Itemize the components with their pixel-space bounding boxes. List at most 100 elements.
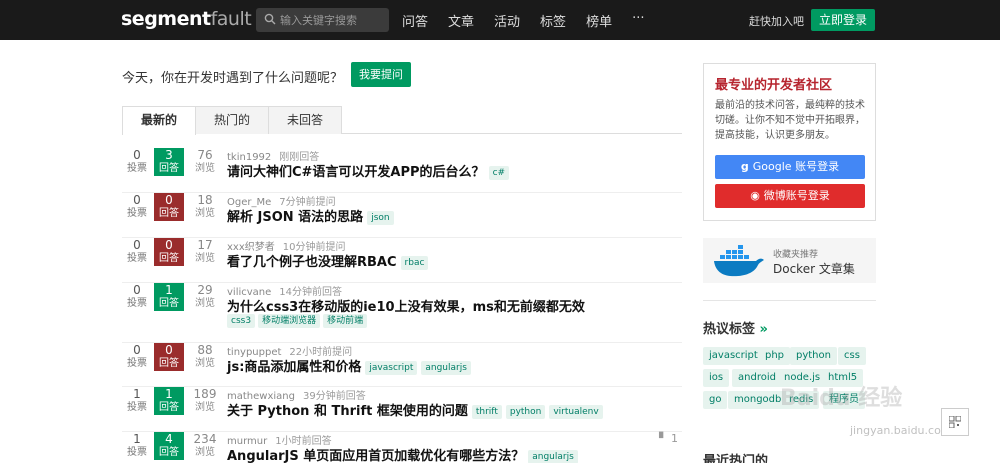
tab-newest[interactable]: 最新的 [122, 106, 196, 135]
hot-tags-arrow: » [759, 322, 768, 337]
promo-description: 最前沿的技术问答，最纯粹的技术切磋。让你不知不觉中开拓眼界，提高技能，认识更多朋… [715, 100, 865, 141]
nav-questions[interactable]: 问答 [402, 11, 428, 30]
answer-number: 0 [165, 343, 173, 357]
answer-count: 1 回答 [154, 283, 184, 311]
question-row[interactable]: 1 投票 1 回答 189 浏览 mathewxiang 39分钟前回答 关于 Python 和… [122, 387, 682, 432]
question-tag[interactable]: javascript [365, 360, 418, 375]
question-tag[interactable]: 移动前端 [323, 313, 368, 328]
comment-count[interactable]: ▘ 1 [659, 432, 678, 445]
tab-hot[interactable]: 热门的 [195, 106, 269, 134]
view-number: 189 [193, 387, 217, 401]
vote-number: 0 [133, 343, 141, 357]
vote-label: 投票 [127, 447, 147, 458]
question-tag[interactable]: 移动端浏览器 [258, 313, 321, 328]
question-tag[interactable]: angularjs [421, 360, 471, 375]
answer-count: 3 回答 [154, 148, 184, 176]
question-title[interactable]: 解析 JSON 语法的思路 [227, 210, 363, 225]
ask-question-button[interactable]: 我要提问 [351, 62, 411, 87]
question-tag[interactable]: css3 [227, 313, 256, 328]
question-tag[interactable]: thrift [471, 404, 502, 419]
answer-label: 回答 [159, 358, 179, 369]
question-title[interactable]: 关于 Python 和 Thrift 框架使用的问题 [227, 404, 468, 419]
join-link[interactable]: 赶快加入吧 [749, 13, 804, 29]
recent-hot-heading: 最近热门的 [703, 454, 769, 463]
hot-tag[interactable]: mongodb [728, 391, 788, 409]
answer-count: 0 回答 [154, 343, 184, 371]
logo-accent: fault [210, 8, 252, 30]
vote-count: 0 投票 [122, 343, 152, 371]
weibo-login-label: 微博账号登录 [763, 189, 830, 202]
question-tag[interactable]: virtualenv [549, 404, 603, 419]
top-navbar: segmentfault 问答 文章 活动 标签 榜单 ··· 赶快加入吧 立即… [0, 0, 1000, 40]
vote-count: 1 投票 [122, 387, 152, 415]
login-button[interactable]: 立即登录 [811, 9, 875, 31]
hot-tag[interactable]: css [838, 347, 866, 365]
question-tag[interactable]: rbac [400, 255, 429, 270]
promo-title: 最专业的开发者社区 [715, 78, 833, 93]
hot-tag[interactable]: go [703, 391, 728, 409]
question-row[interactable]: 0 投票 0 回答 17 浏览 xxx织梦者 10分钟前提问 看了几个例子也没理解RBAC rba… [122, 238, 682, 283]
nav-articles[interactable]: 文章 [448, 11, 474, 30]
hot-tag[interactable]: android [732, 369, 782, 387]
question-tag[interactable]: angularjs [528, 449, 578, 463]
docker-title: Docker 文章集 [773, 262, 855, 276]
answer-label: 回答 [159, 402, 179, 413]
qr-code-button[interactable] [941, 408, 969, 436]
vote-number: 1 [133, 432, 141, 446]
view-label: 浏览 [195, 253, 215, 264]
question-title[interactable]: AngularJS 单页面应用首页加载优化有哪些方法？ [227, 449, 524, 463]
answer-number: 0 [165, 193, 173, 207]
question-row[interactable]: 1 投票 4 回答 234 浏览 murmur 1小时前回答 AngularJS 单页面应用首页… [122, 432, 682, 463]
vote-label: 投票 [127, 298, 147, 309]
vote-number: 0 [133, 148, 141, 162]
nav-tags[interactable]: 标签 [540, 11, 566, 30]
answer-number: 4 [165, 432, 173, 446]
qr-code-icon [949, 416, 961, 428]
hot-tag[interactable]: ios [703, 369, 730, 387]
view-number: 88 [197, 343, 213, 357]
answer-label: 回答 [159, 253, 179, 264]
hot-tag[interactable]: php [759, 347, 791, 365]
question-row[interactable]: 0 投票 1 回答 29 浏览 vilicvane 14分钟前回答 为什么css3在移动版的ie… [122, 283, 682, 343]
vote-number: 0 [133, 283, 141, 297]
comment-number: 1 [671, 432, 678, 445]
nav-rankings[interactable]: 榜单 [586, 11, 612, 30]
nav-events[interactable]: 活动 [494, 11, 520, 30]
hot-tags-heading[interactable]: 热议标签 » [703, 318, 768, 337]
vote-number: 0 [133, 238, 141, 252]
tab-unanswered[interactable]: 未回答 [268, 106, 342, 134]
weibo-login-button[interactable]: ◉ 微博账号登录 [715, 184, 865, 208]
question-row[interactable]: 0 投票 0 回答 88 浏览 tinypuppet 22小时前提问 js:商品添加属性和价格 j… [122, 343, 682, 387]
view-label: 浏览 [195, 208, 215, 219]
question-title[interactable]: js:商品添加属性和价格 [227, 360, 361, 375]
search-icon [264, 13, 276, 25]
question-row[interactable]: 0 投票 0 回答 18 浏览 Oger_Me 7分钟前提问 解析 JSON 语法的思路 json [122, 193, 682, 238]
question-tag[interactable]: c# [488, 165, 510, 180]
view-number: 17 [197, 238, 213, 252]
question-row[interactable]: 0 投票 3 回答 76 浏览 tkin1992 刚刚回答 请问大神们C#语言可以开发APP的后… [122, 148, 682, 193]
question-tag[interactable]: python [505, 404, 546, 419]
baidu-watermark-url: jingyan.baidu.com [850, 424, 952, 437]
question-title[interactable]: 请问大神们C#语言可以开发APP的后台么？ [227, 165, 485, 180]
view-number: 18 [197, 193, 213, 207]
vote-count: 0 投票 [122, 283, 152, 311]
view-label: 浏览 [195, 402, 215, 413]
hot-tag[interactable]: python [790, 347, 837, 365]
question-tag[interactable]: json [367, 210, 394, 225]
answer-label: 回答 [159, 298, 179, 309]
question-title[interactable]: 看了几个例子也没理解RBAC [227, 255, 397, 270]
ask-prompt: 今天，你在开发时遇到了什么问题呢？ [122, 71, 344, 86]
view-count: 88 浏览 [190, 343, 220, 371]
view-label: 浏览 [195, 358, 215, 369]
answer-number: 0 [165, 238, 173, 252]
vote-number: 1 [133, 387, 141, 401]
site-logo[interactable]: segmentfault [121, 8, 252, 30]
answer-label: 回答 [159, 447, 179, 458]
hot-tag[interactable]: javascript [703, 347, 764, 365]
search-input[interactable] [280, 10, 384, 30]
view-number: 29 [197, 283, 213, 297]
google-login-button[interactable]: g Google 账号登录 [715, 155, 865, 179]
nav-more[interactable]: ··· [632, 11, 644, 30]
search-box[interactable] [256, 8, 389, 32]
docker-collection-card[interactable]: 收藏夹推荐 Docker 文章集 [703, 238, 876, 283]
